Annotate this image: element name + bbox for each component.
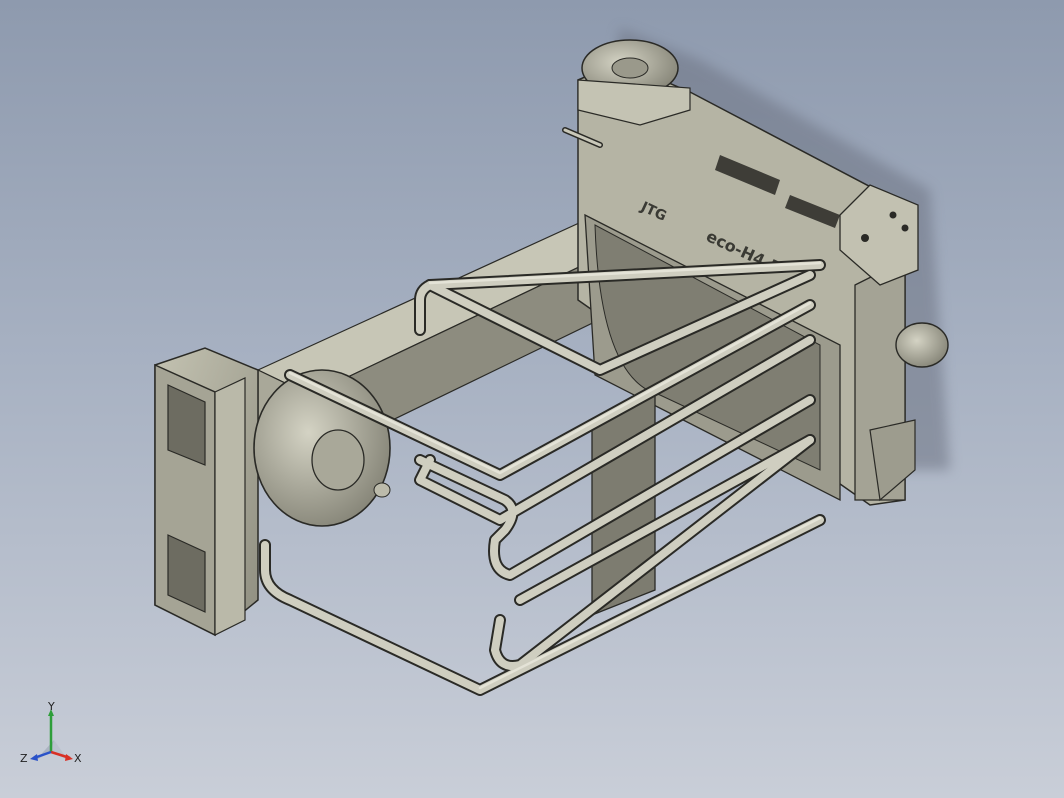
coordinate-triad: Y X Z bbox=[20, 700, 82, 765]
left-end-plate[interactable] bbox=[154, 347, 259, 637]
cad-model-view[interactable]: JTG eco-H4.5 bbox=[0, 0, 1064, 798]
cad-graphics-viewport[interactable]: JTG eco-H4.5 Y X Z bbox=[0, 0, 1064, 798]
side-knob[interactable] bbox=[895, 322, 949, 368]
z-axis-label: Z bbox=[20, 752, 28, 765]
y-axis-label: Y bbox=[47, 700, 55, 713]
x-axis-label: X bbox=[74, 752, 82, 765]
